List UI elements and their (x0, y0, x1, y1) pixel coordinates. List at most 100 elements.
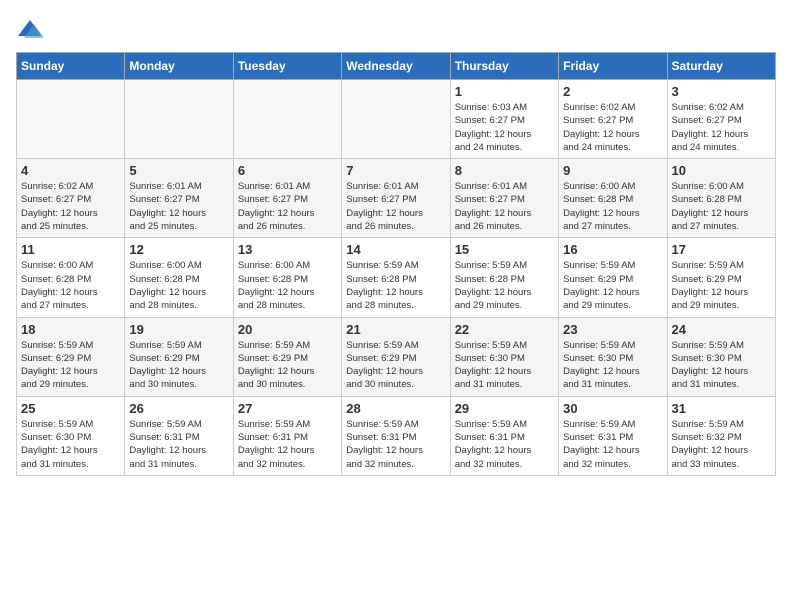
day-info: Sunrise: 5:59 AM Sunset: 6:29 PM Dayligh… (238, 339, 337, 392)
day-info: Sunrise: 6:00 AM Sunset: 6:28 PM Dayligh… (563, 180, 662, 233)
day-cell (17, 80, 125, 159)
day-info: Sunrise: 5:59 AM Sunset: 6:30 PM Dayligh… (672, 339, 771, 392)
day-cell: 3 Sunrise: 6:02 AM Sunset: 6:27 PM Daylig… (667, 80, 775, 159)
day-cell: 9 Sunrise: 6:00 AM Sunset: 6:28 PM Daylig… (559, 159, 667, 238)
day-cell: 27 Sunrise: 5:59 AM Sunset: 6:31 PM Dayli… (233, 396, 341, 475)
day-number: 13 (238, 242, 337, 257)
day-cell: 31 Sunrise: 5:59 AM Sunset: 6:32 PM Dayli… (667, 396, 775, 475)
day-info: Sunrise: 6:00 AM Sunset: 6:28 PM Dayligh… (21, 259, 120, 312)
day-info: Sunrise: 5:59 AM Sunset: 6:31 PM Dayligh… (238, 418, 337, 471)
day-cell: 23 Sunrise: 5:59 AM Sunset: 6:30 PM Dayli… (559, 317, 667, 396)
day-info: Sunrise: 6:00 AM Sunset: 6:28 PM Dayligh… (129, 259, 228, 312)
day-number: 2 (563, 84, 662, 99)
day-header-monday: Monday (125, 53, 233, 80)
day-number: 18 (21, 322, 120, 337)
day-header-tuesday: Tuesday (233, 53, 341, 80)
week-row-5: 25 Sunrise: 5:59 AM Sunset: 6:30 PM Dayli… (17, 396, 776, 475)
day-header-friday: Friday (559, 53, 667, 80)
day-cell: 13 Sunrise: 6:00 AM Sunset: 6:28 PM Dayli… (233, 238, 341, 317)
day-info: Sunrise: 6:02 AM Sunset: 6:27 PM Dayligh… (21, 180, 120, 233)
day-info: Sunrise: 5:59 AM Sunset: 6:32 PM Dayligh… (672, 418, 771, 471)
day-info: Sunrise: 5:59 AM Sunset: 6:29 PM Dayligh… (672, 259, 771, 312)
day-number: 31 (672, 401, 771, 416)
week-row-1: 1 Sunrise: 6:03 AM Sunset: 6:27 PM Daylig… (17, 80, 776, 159)
day-number: 30 (563, 401, 662, 416)
day-cell: 14Sunrise: 5:59 AM Sunset: 6:28 PM Dayli… (342, 238, 450, 317)
day-number: 6 (238, 163, 337, 178)
week-row-3: 11 Sunrise: 6:00 AM Sunset: 6:28 PM Dayli… (17, 238, 776, 317)
day-cell: 1 Sunrise: 6:03 AM Sunset: 6:27 PM Daylig… (450, 80, 558, 159)
day-info: Sunrise: 5:59 AM Sunset: 6:29 PM Dayligh… (129, 339, 228, 392)
day-info: Sunrise: 6:02 AM Sunset: 6:27 PM Dayligh… (563, 101, 662, 154)
day-number: 26 (129, 401, 228, 416)
day-cell: 12 Sunrise: 6:00 AM Sunset: 6:28 PM Dayli… (125, 238, 233, 317)
day-cell: 17 Sunrise: 5:59 AM Sunset: 6:29 PM Dayli… (667, 238, 775, 317)
day-info: Sunrise: 5:59 AM Sunset: 6:30 PM Dayligh… (21, 418, 120, 471)
day-info: Sunrise: 5:59 AM Sunset: 6:31 PM Dayligh… (346, 418, 445, 471)
day-info: Sunrise: 5:59 AM Sunset: 6:31 PM Dayligh… (563, 418, 662, 471)
day-number: 5 (129, 163, 228, 178)
day-cell: 6 Sunrise: 6:01 AM Sunset: 6:27 PM Daylig… (233, 159, 341, 238)
day-number: 25 (21, 401, 120, 416)
day-cell: 10 Sunrise: 6:00 AM Sunset: 6:28 PM Dayli… (667, 159, 775, 238)
day-cell (125, 80, 233, 159)
day-cell: 16 Sunrise: 5:59 AM Sunset: 6:29 PM Dayli… (559, 238, 667, 317)
day-info: Sunrise: 6:01 AM Sunset: 6:27 PM Dayligh… (238, 180, 337, 233)
day-number: 15 (455, 242, 554, 257)
day-info: Sunrise: 5:59 AM Sunset: 6:30 PM Dayligh… (455, 339, 554, 392)
day-cell: 18 Sunrise: 5:59 AM Sunset: 6:29 PM Dayli… (17, 317, 125, 396)
day-number: 23 (563, 322, 662, 337)
day-info: Sunrise: 5:59 AM Sunset: 6:31 PM Dayligh… (129, 418, 228, 471)
day-info: Sunrise: 6:01 AM Sunset: 6:27 PM Dayligh… (346, 180, 445, 233)
day-number: 10 (672, 163, 771, 178)
day-info: Sunrise: 5:59 AM Sunset: 6:29 PM Dayligh… (563, 259, 662, 312)
day-cell: 11 Sunrise: 6:00 AM Sunset: 6:28 PM Dayli… (17, 238, 125, 317)
day-cell: 19 Sunrise: 5:59 AM Sunset: 6:29 PM Dayli… (125, 317, 233, 396)
day-info: Sunrise: 5:59 AM Sunset: 6:30 PM Dayligh… (563, 339, 662, 392)
day-number: 3 (672, 84, 771, 99)
day-cell: 5 Sunrise: 6:01 AM Sunset: 6:27 PM Daylig… (125, 159, 233, 238)
day-cell: 30 Sunrise: 5:59 AM Sunset: 6:31 PM Dayli… (559, 396, 667, 475)
day-info: Sunrise: 5:59 AM Sunset: 6:29 PM Dayligh… (346, 339, 445, 392)
day-cell: 25 Sunrise: 5:59 AM Sunset: 6:30 PM Dayli… (17, 396, 125, 475)
day-cell: 4 Sunrise: 6:02 AM Sunset: 6:27 PM Daylig… (17, 159, 125, 238)
day-header-wednesday: Wednesday (342, 53, 450, 80)
day-info: Sunrise: 5:59 AM Sunset: 6:29 PM Dayligh… (21, 339, 120, 392)
day-info: Sunrise: 6:02 AM Sunset: 6:27 PM Dayligh… (672, 101, 771, 154)
logo (16, 16, 48, 44)
day-cell: 29Sunrise: 5:59 AM Sunset: 6:31 PM Dayli… (450, 396, 558, 475)
day-number: 19 (129, 322, 228, 337)
day-info: Sunrise: 6:00 AM Sunset: 6:28 PM Dayligh… (238, 259, 337, 312)
day-cell: 15 Sunrise: 5:59 AM Sunset: 6:28 PM Dayli… (450, 238, 558, 317)
day-number: 22 (455, 322, 554, 337)
week-row-2: 4 Sunrise: 6:02 AM Sunset: 6:27 PM Daylig… (17, 159, 776, 238)
day-info: Sunrise: 6:03 AM Sunset: 6:27 PM Dayligh… (455, 101, 554, 154)
day-info: Sunrise: 6:01 AM Sunset: 6:27 PM Dayligh… (129, 180, 228, 233)
day-cell: 2 Sunrise: 6:02 AM Sunset: 6:27 PM Daylig… (559, 80, 667, 159)
day-info: Sunrise: 5:59 AM Sunset: 6:28 PM Dayligh… (346, 259, 445, 312)
day-info: Sunrise: 5:59 AM Sunset: 6:28 PM Dayligh… (455, 259, 554, 312)
days-header-row: SundayMondayTuesdayWednesdayThursdayFrid… (17, 53, 776, 80)
day-number: 11 (21, 242, 120, 257)
day-number: 27 (238, 401, 337, 416)
day-number: 21 (346, 322, 445, 337)
day-info: Sunrise: 6:00 AM Sunset: 6:28 PM Dayligh… (672, 180, 771, 233)
logo-icon (16, 16, 44, 44)
day-cell: 21 Sunrise: 5:59 AM Sunset: 6:29 PM Dayli… (342, 317, 450, 396)
day-number: 9 (563, 163, 662, 178)
day-number: 7 (346, 163, 445, 178)
day-cell: 7 Sunrise: 6:01 AM Sunset: 6:27 PM Daylig… (342, 159, 450, 238)
day-cell: 8Sunrise: 6:01 AM Sunset: 6:27 PM Daylig… (450, 159, 558, 238)
day-number: 4 (21, 163, 120, 178)
day-number: 1 (455, 84, 554, 99)
day-header-sunday: Sunday (17, 53, 125, 80)
day-number: 17 (672, 242, 771, 257)
day-number: 29 (455, 401, 554, 416)
day-number: 12 (129, 242, 228, 257)
day-info: Sunrise: 6:01 AM Sunset: 6:27 PM Dayligh… (455, 180, 554, 233)
calendar-table: SundayMondayTuesdayWednesdayThursdayFrid… (16, 52, 776, 476)
day-cell: 20Sunrise: 5:59 AM Sunset: 6:29 PM Dayli… (233, 317, 341, 396)
day-header-thursday: Thursday (450, 53, 558, 80)
day-number: 16 (563, 242, 662, 257)
day-cell (233, 80, 341, 159)
